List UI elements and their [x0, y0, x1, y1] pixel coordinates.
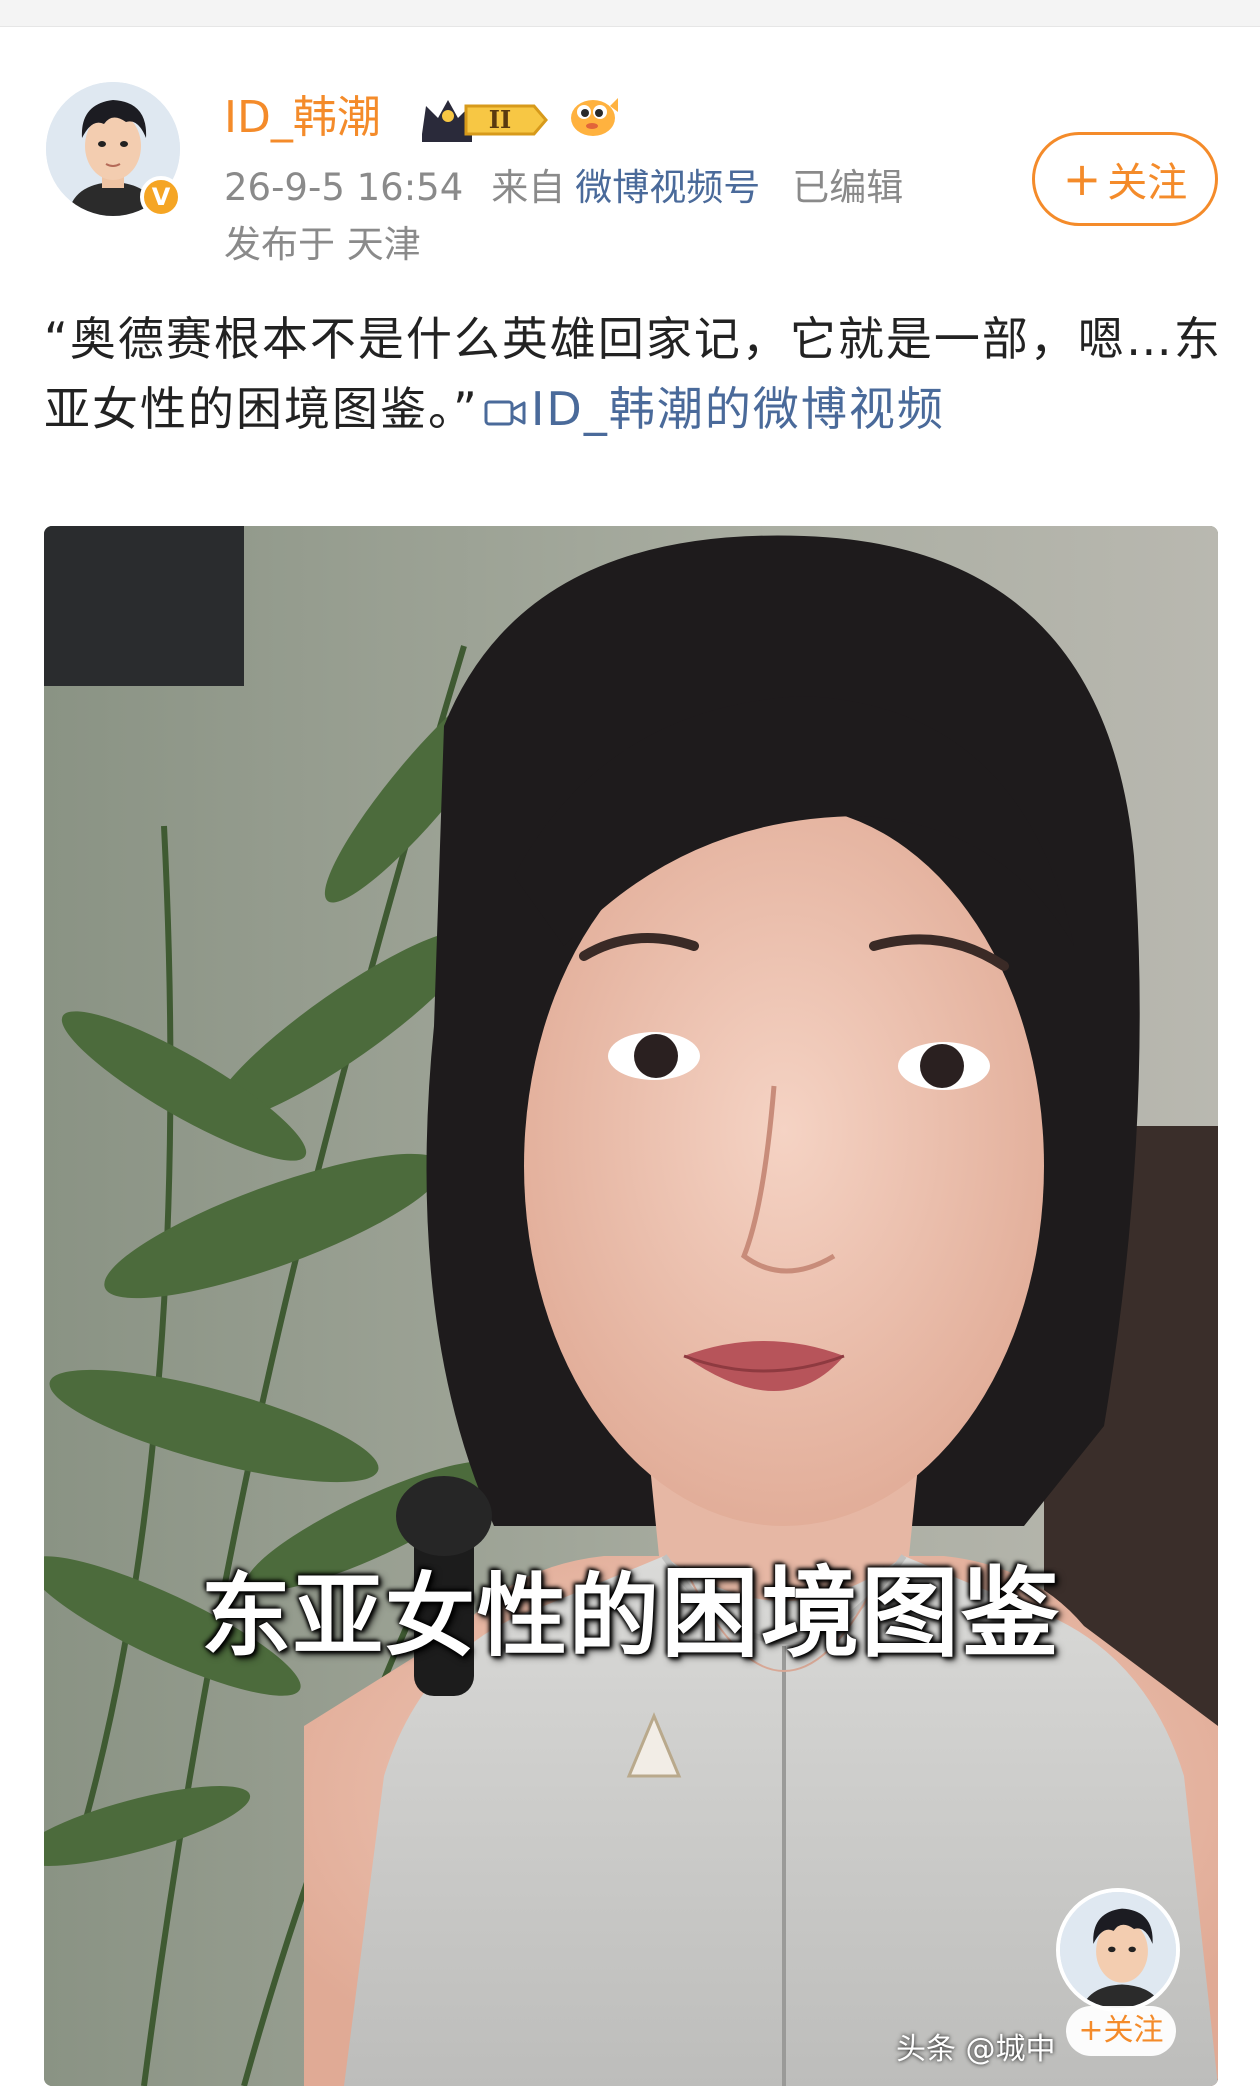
- video-author-avatar[interactable]: [1056, 1888, 1180, 2012]
- video-camera-icon: [484, 400, 526, 426]
- caption-part-1: 东亚女性的: [200, 1563, 661, 1669]
- crown-level-icon: II: [418, 94, 552, 146]
- post-text: “奥德赛根本不是什么英雄回家记，它就是一部，嗯…东亚女性的困境图鉴。” ID_韩潮…: [44, 304, 1222, 444]
- plus-icon: +: [1062, 152, 1102, 206]
- top-divider: [0, 0, 1260, 27]
- username[interactable]: ID_韩潮: [224, 90, 381, 146]
- video-link[interactable]: ID_韩潮的微博视频: [479, 382, 945, 436]
- pet-icon: [566, 88, 620, 142]
- post-location: 发布于 天津: [224, 223, 421, 266]
- source-prefix: 来自: [491, 166, 566, 209]
- follow-label: 关注: [1107, 160, 1188, 206]
- post-meta: 26-9-5 16:54 来自 微博视频号 已编辑: [224, 162, 931, 214]
- video-frame: [44, 526, 1218, 2086]
- edited-label: 已编辑: [792, 166, 904, 209]
- verified-badge: V: [140, 176, 182, 218]
- post-date: 26-9-5 16:54: [224, 166, 464, 209]
- video-follow-button[interactable]: +关注: [1066, 2006, 1176, 2056]
- follow-button[interactable]: + 关注: [1032, 132, 1218, 226]
- watermark: 头条 @城中: [896, 2032, 1056, 2067]
- level-badge-text: II: [489, 105, 511, 134]
- video-caption: 东亚女性的困境图鉴: [44, 1534, 1218, 1676]
- post-source-link[interactable]: 微博视频号: [575, 166, 760, 209]
- video-player[interactable]: 东亚女性的困境图鉴 +关注 头条 @城中: [44, 526, 1218, 2086]
- post-header: V ID_韩潮 II 26-9-5 16:54 来自 微博视频号 已编辑 发布于 天津…: [0, 60, 1260, 280]
- video-link-text: ID_韩潮的微博视频: [530, 382, 945, 436]
- caption-part-2: 困境图鉴: [660, 1556, 1061, 1671]
